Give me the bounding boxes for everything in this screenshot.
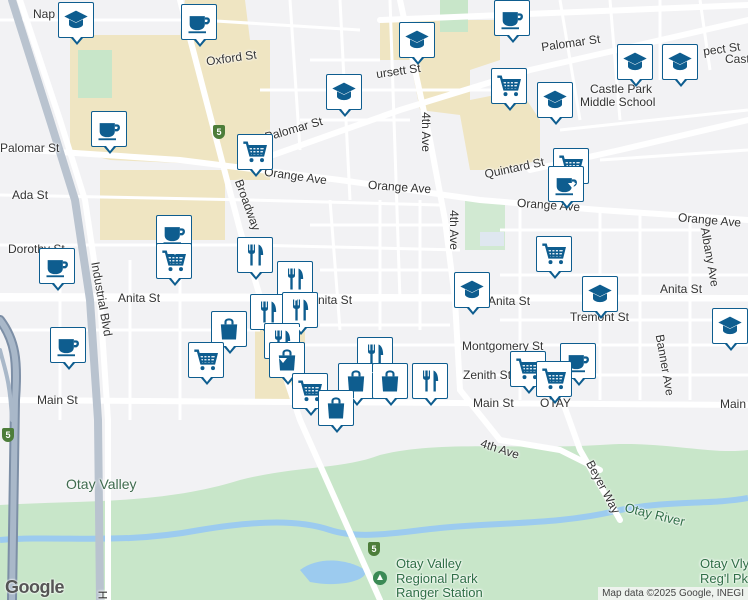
street-label-napa: Nap [33, 7, 56, 21]
grocery-marker[interactable] [188, 342, 224, 385]
graduation-cap-icon [716, 312, 744, 340]
fork-knife-icon [281, 265, 309, 293]
street-label-zenith: Zenith St [463, 368, 512, 382]
place-label-ranger-2: Regional Park [396, 571, 478, 586]
shopping-cart-icon [495, 72, 523, 100]
shopping-bag-icon [215, 315, 243, 343]
fork-knife-icon [254, 298, 282, 326]
street-label-palomar-west: Palomar St [0, 141, 60, 155]
place-label-castle-park-school: Middle School [580, 95, 656, 109]
street-label-cast: Cast [725, 52, 748, 66]
fork-knife-icon [416, 367, 444, 395]
cafe-marker[interactable] [181, 4, 217, 47]
graduation-cap-icon [541, 86, 569, 114]
place-label-ranger-3: Ranger Station [396, 585, 483, 600]
graduation-cap-icon [458, 276, 486, 304]
cafe-marker[interactable] [50, 327, 86, 370]
street-label-4th-ave-mid: 4th Ave [446, 210, 461, 250]
restaurant-marker[interactable] [237, 237, 273, 280]
graduation-cap-icon [330, 78, 358, 106]
map-canvas[interactable]: Nap Oxford St Palomar St Palomar St Palo… [0, 0, 748, 600]
graduation-cap-icon [666, 48, 694, 76]
graduation-cap-icon [621, 48, 649, 76]
school-marker[interactable] [582, 276, 618, 319]
street-label-anita-right: Anita St [660, 282, 703, 296]
i5-shield-icon: 5 [368, 542, 380, 556]
i5-shield-icon: 5 [2, 428, 14, 442]
coffee-cup-icon [185, 8, 213, 36]
shopping-cart-icon [192, 346, 220, 374]
coffee-cup-icon [43, 252, 71, 280]
school-marker[interactable] [662, 44, 698, 87]
street-label-h: H [95, 590, 110, 600]
ranger-station-tree-icon[interactable]: ▲ [373, 571, 387, 585]
school-marker[interactable] [454, 272, 490, 315]
place-label-otay-vly-2: Reg'l Pk [700, 571, 748, 586]
coffee-cup-icon [54, 331, 82, 359]
cafe-marker[interactable] [91, 111, 127, 154]
park-field [78, 50, 112, 98]
street-label-main-west: Main St [37, 393, 78, 407]
street-label-anita-east: Anita St [488, 294, 531, 308]
shopping-cart-icon [241, 138, 269, 166]
grocery-marker[interactable] [536, 361, 572, 404]
school-marker[interactable] [617, 44, 653, 87]
cafe-marker[interactable] [548, 166, 584, 209]
street-label-anita-west: Anita St [118, 291, 161, 305]
place-label-castle-park: Castle Park [590, 82, 653, 96]
shopping-cart-icon [540, 240, 568, 268]
fork-knife-icon [241, 241, 269, 269]
school-marker[interactable] [58, 2, 94, 45]
shopping-marker[interactable] [372, 363, 408, 406]
cafe-marker[interactable] [39, 248, 75, 291]
shopping-marker[interactable] [318, 390, 354, 433]
place-label-ranger-1: Otay Valley [396, 556, 462, 571]
graduation-cap-icon [586, 280, 614, 308]
coffee-cup-icon [95, 115, 123, 143]
restaurant-marker[interactable] [412, 363, 448, 406]
google-logo: Google [5, 577, 65, 597]
shopping-bag-icon [273, 346, 301, 374]
i5-shield-icon: 5 [213, 125, 225, 139]
shopping-cart-icon [540, 365, 568, 393]
map-attribution[interactable]: Map data ©2025 Google, INEGI [598, 587, 748, 600]
grocery-marker[interactable] [536, 236, 572, 279]
school-marker[interactable] [537, 82, 573, 125]
grocery-marker[interactable] [156, 243, 192, 286]
shopping-bag-icon [322, 394, 350, 422]
grocery-marker[interactable] [237, 134, 273, 177]
shopping-bag-icon [376, 367, 404, 395]
street-label-ada: Ada St [12, 188, 49, 202]
street-label-main-mid: Main St [473, 396, 514, 410]
street-label-main-east: Main St [720, 397, 748, 411]
place-label-otay-valley: Otay Valley [66, 476, 137, 492]
school-marker[interactable] [326, 74, 362, 117]
school-marker[interactable] [399, 22, 435, 65]
grocery-marker[interactable] [491, 68, 527, 111]
place-label-otay-vly-1: Otay Vly [700, 556, 748, 571]
anita-st-road [0, 293, 748, 301]
school-marker[interactable] [712, 308, 748, 351]
coffee-cup-icon [498, 4, 526, 32]
street-label-4th-ave-north: 4th Ave [418, 112, 433, 152]
graduation-cap-icon [62, 6, 90, 34]
fork-knife-icon [286, 296, 314, 324]
cafe-marker[interactable] [494, 0, 530, 43]
graduation-cap-icon [403, 26, 431, 54]
